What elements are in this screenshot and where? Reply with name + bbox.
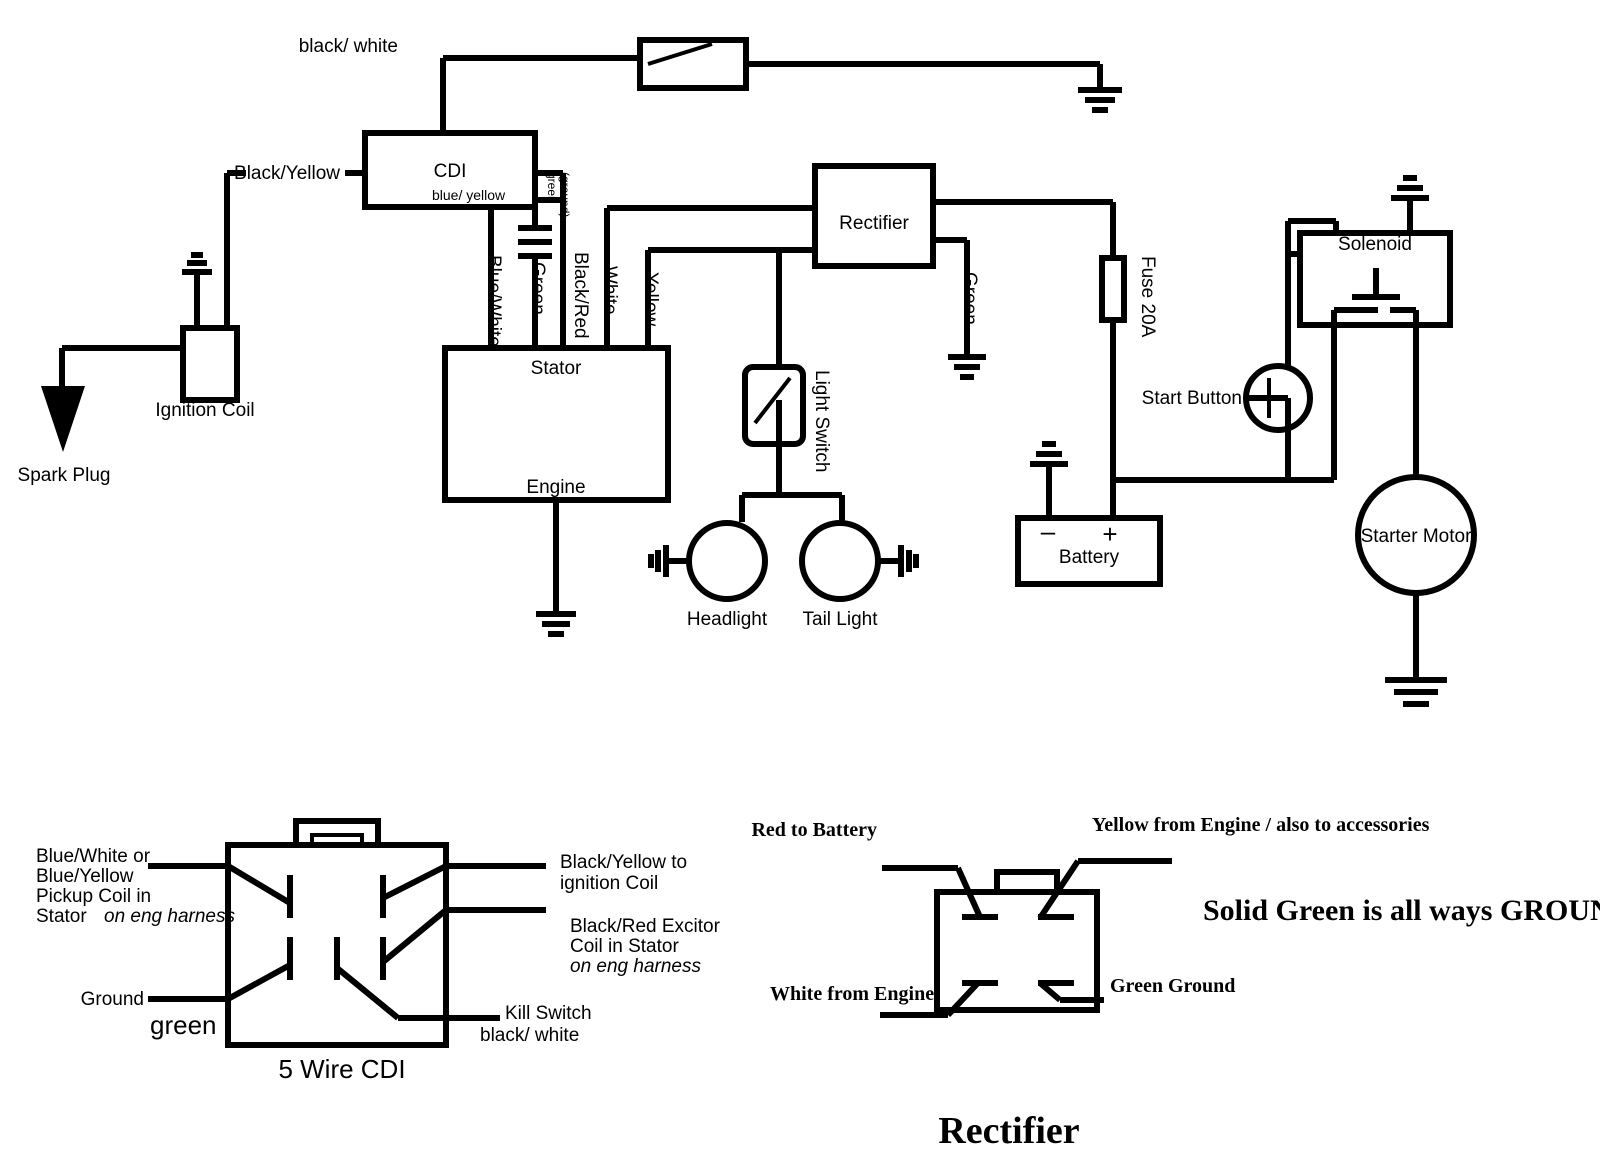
cdi-excitor-label-line1: Black/Red Excitor xyxy=(570,916,721,937)
ground-icon xyxy=(948,354,986,380)
ground-icon xyxy=(1030,441,1068,467)
ground-icon xyxy=(536,611,576,637)
spark-plug-arrow-icon xyxy=(41,386,85,452)
cdi-label: CDI xyxy=(434,161,467,182)
cdi-pickup-label-line3: Pickup Coil in xyxy=(36,886,151,907)
stator-rectifier-wires: White Yellow xyxy=(599,205,815,367)
cdi-ground-green-label: green xyxy=(150,1010,217,1040)
rectifier-connector-detail: Red to Battery Yellow from Engine / also… xyxy=(751,814,1600,1152)
label-white: White xyxy=(599,266,620,315)
cdi-pickup-label-line4: Stator xyxy=(36,906,87,927)
rect-green-label: Green Ground xyxy=(1110,975,1235,997)
ground-icon xyxy=(182,252,212,275)
lighting-circuit: Light Switch Headlight Tail Light xyxy=(648,364,919,630)
battery-label: Battery xyxy=(1059,547,1120,568)
cdi-pickup-label-line2: Blue/Yellow xyxy=(36,866,134,887)
label-blue-white: Blue/White xyxy=(483,255,504,347)
cdi-kill-label-line1: Kill Switch xyxy=(505,1003,592,1024)
cdi-module: CDI blue/ yellow xyxy=(362,130,538,210)
ground-icon xyxy=(518,225,552,259)
label-green: Green xyxy=(527,262,548,315)
ground-icon xyxy=(1385,677,1447,707)
headlight-body[interactable] xyxy=(686,520,768,602)
spark-plug-label: Spark Plug xyxy=(18,465,111,486)
cdi-kill-label-line2: black/ white xyxy=(480,1025,579,1046)
battery-negative-terminal: – xyxy=(1041,516,1056,546)
rectifier-connector-body[interactable] xyxy=(934,889,1100,1013)
wiring-diagram-sheet: black/ white CDI blue/ yellow Black/Yell… xyxy=(0,0,1600,1175)
cdi-ignition-label-line2: ignition Coil xyxy=(560,873,658,894)
rect-yellow-label: Yellow from Engine / also to accessories xyxy=(1092,814,1430,836)
tail-light-body[interactable] xyxy=(799,520,881,602)
ground-icon xyxy=(648,545,669,577)
label-black-yellow: Black/Yellow xyxy=(234,163,340,184)
solenoid-label: Solenoid xyxy=(1338,234,1412,255)
label-blue-yellow: blue/ yellow xyxy=(432,187,506,203)
cdi-pickup-label-line1: Blue/White or xyxy=(36,846,151,867)
battery-positive-terminal: + xyxy=(1102,519,1117,549)
cdi-ignition-label-line1: Black/Yellow to xyxy=(560,852,687,873)
light-switch-body[interactable] xyxy=(742,364,806,447)
fuse-body[interactable] xyxy=(1099,255,1127,323)
rectifier-detail-title: Rectifier xyxy=(938,1110,1079,1152)
rect-red-label: Red to Battery xyxy=(751,819,877,841)
fuse-label: Fuse 20A xyxy=(1137,256,1158,338)
ignition-coil-body[interactable] xyxy=(180,325,240,403)
cdi-detail-title: 5 Wire CDI xyxy=(278,1054,405,1084)
label-green-ground-line1: green xyxy=(545,172,559,203)
ground-note: Solid Green is all ways GROUND xyxy=(1203,894,1600,927)
cdi-excitor-label-line2: Coil in Stator xyxy=(570,936,679,957)
ground-icon xyxy=(1078,87,1122,113)
stator-label: Stator xyxy=(531,358,582,379)
headlight-label: Headlight xyxy=(687,609,768,630)
ignition-coil-circuit: Black/Yellow Ignition Coil Spark Plug xyxy=(18,163,365,486)
ignition-coil-label: Ignition Coil xyxy=(155,400,254,421)
starter-circuit: Solenoid Start Button Starter Motor xyxy=(1142,175,1477,707)
start-button-label: Start Button xyxy=(1142,388,1242,409)
label-green-rectifier: Green xyxy=(959,272,980,325)
cdi-ground-label: Ground xyxy=(81,989,144,1010)
kill-switch-body[interactable] xyxy=(637,37,749,91)
wiring-diagram-svg: black/ white CDI blue/ yellow Black/Yell… xyxy=(18,36,1600,1152)
cdi-connector-detail: Blue/White or Blue/Yellow Pickup Coil in… xyxy=(36,818,721,1084)
label-black-white: black/ white xyxy=(299,36,398,57)
kill-switch-circuit: black/ white xyxy=(299,36,1122,133)
stator-engine-module: Stator Engine xyxy=(442,345,671,637)
label-black-red: Black/Red xyxy=(570,252,591,339)
ground-icon xyxy=(1391,175,1429,201)
light-switch-label: Light Switch xyxy=(811,370,832,472)
label-yellow: Yellow xyxy=(640,272,661,327)
rectifier-module: Rectifier Green xyxy=(812,163,1116,380)
ground-icon xyxy=(898,545,919,577)
tail-light-label: Tail Light xyxy=(803,609,879,630)
rect-white-label: White from Engine xyxy=(770,983,934,1005)
cdi-excitor-label-harness: on eng harness xyxy=(570,956,701,977)
engine-label: Engine xyxy=(526,477,585,498)
cdi-pickup-label-harness: on eng harness xyxy=(104,906,235,927)
starter-motor-label: Starter Motor xyxy=(1361,526,1473,547)
rectifier-label: Rectifier xyxy=(839,213,909,234)
